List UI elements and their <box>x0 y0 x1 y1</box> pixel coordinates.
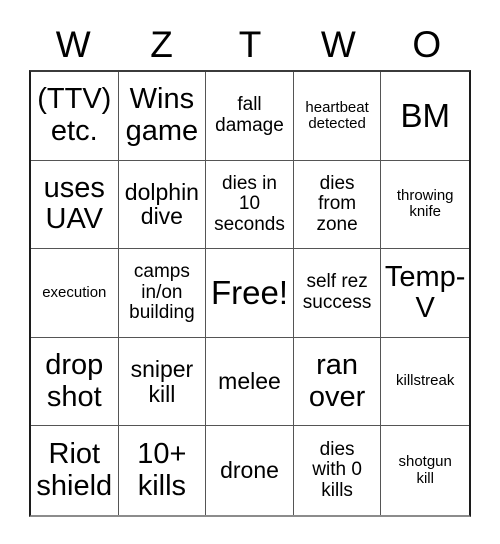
bingo-cell[interactable]: uses UAV <box>31 160 119 250</box>
bingo-cell-label: 10+ kills <box>137 438 187 502</box>
bingo-cell-label: uses UAV <box>43 172 105 236</box>
bingo-cell-label: ran over <box>308 349 366 413</box>
bingo-header-letter-4: W <box>320 23 356 65</box>
bingo-cell-label: melee <box>218 368 281 395</box>
bingo-cell-label: BM <box>400 96 450 134</box>
bingo-header-letter-1: W <box>55 23 91 65</box>
bingo-cell[interactable]: Riot shield <box>31 426 119 515</box>
bingo-cell[interactable]: ran over <box>293 337 382 427</box>
bingo-cell[interactable]: BM <box>381 72 469 161</box>
bingo-cell[interactable]: heartbeat detected <box>293 72 382 161</box>
bingo-cell-free[interactable]: Free! <box>206 249 294 338</box>
bingo-cell-label: Free! <box>210 274 288 312</box>
bingo-cell-label: camps in/on building <box>129 261 195 324</box>
bingo-cell-label: shotgun kill <box>398 453 452 487</box>
bingo-cell[interactable]: (TTV) etc. <box>31 72 119 161</box>
bingo-grid: (TTV) etc. Wins game fall damage heartbe… <box>29 70 471 517</box>
bingo-cell-label: dies in 10 seconds <box>214 172 285 235</box>
bingo-cell-label: dolphin dive <box>124 178 199 230</box>
bingo-cell-label: dies with 0 kills <box>312 438 362 501</box>
bingo-cell[interactable]: self rez success <box>293 249 382 338</box>
bingo-cell-label: drop shot <box>45 349 104 413</box>
bingo-cell-label: fall damage <box>215 94 284 136</box>
bingo-cell[interactable]: sniper kill <box>118 337 207 427</box>
bingo-cell-label: sniper kill <box>130 355 194 407</box>
bingo-cell-label: Temp- V <box>384 260 466 324</box>
bingo-cell-label: killstreak <box>396 372 455 390</box>
bingo-cell[interactable]: drone <box>206 426 294 515</box>
bingo-cell[interactable]: dolphin dive <box>118 160 207 250</box>
bingo-cell[interactable]: dies from zone <box>293 160 382 250</box>
bingo-cell-label: drone <box>220 457 279 484</box>
bingo-cell[interactable]: dies in 10 seconds <box>206 160 294 250</box>
bingo-cell-label: heartbeat detected <box>305 98 369 132</box>
bingo-cell[interactable]: shotgun kill <box>381 426 469 515</box>
bingo-header-letter-5: O <box>412 23 442 65</box>
bingo-cell[interactable]: Wins game <box>118 72 207 161</box>
bingo-cell-label: Riot shield <box>36 438 113 502</box>
bingo-cell-label: (TTV) etc. <box>37 83 112 147</box>
bingo-cell[interactable]: throwing knife <box>381 160 469 250</box>
bingo-cell[interactable]: fall damage <box>206 72 294 161</box>
bingo-cell-label: throwing knife <box>396 187 454 221</box>
bingo-header-letter-3: T <box>238 23 262 65</box>
bingo-header-letter-2: Z <box>150 23 173 65</box>
bingo-cell-label: Wins game <box>125 83 199 147</box>
bingo-cell[interactable]: melee <box>206 337 294 427</box>
bingo-cell[interactable]: dies with 0 kills <box>293 426 382 515</box>
bingo-cell[interactable]: Temp- V <box>381 249 469 338</box>
bingo-header-row: W Z T W O <box>29 18 471 70</box>
bingo-cell[interactable]: camps in/on building <box>118 249 207 338</box>
bingo-cell[interactable]: execution <box>31 249 119 338</box>
bingo-card: W Z T W O (TTV) etc. Wins game fall dama… <box>29 18 471 517</box>
bingo-cell[interactable]: 10+ kills <box>118 426 207 515</box>
bingo-cell[interactable]: drop shot <box>31 337 119 427</box>
bingo-cell-label: self rez success <box>302 271 372 313</box>
bingo-cell-label: dies from zone <box>316 172 358 235</box>
bingo-cell-label: execution <box>42 283 107 301</box>
bingo-cell[interactable]: killstreak <box>381 337 469 427</box>
